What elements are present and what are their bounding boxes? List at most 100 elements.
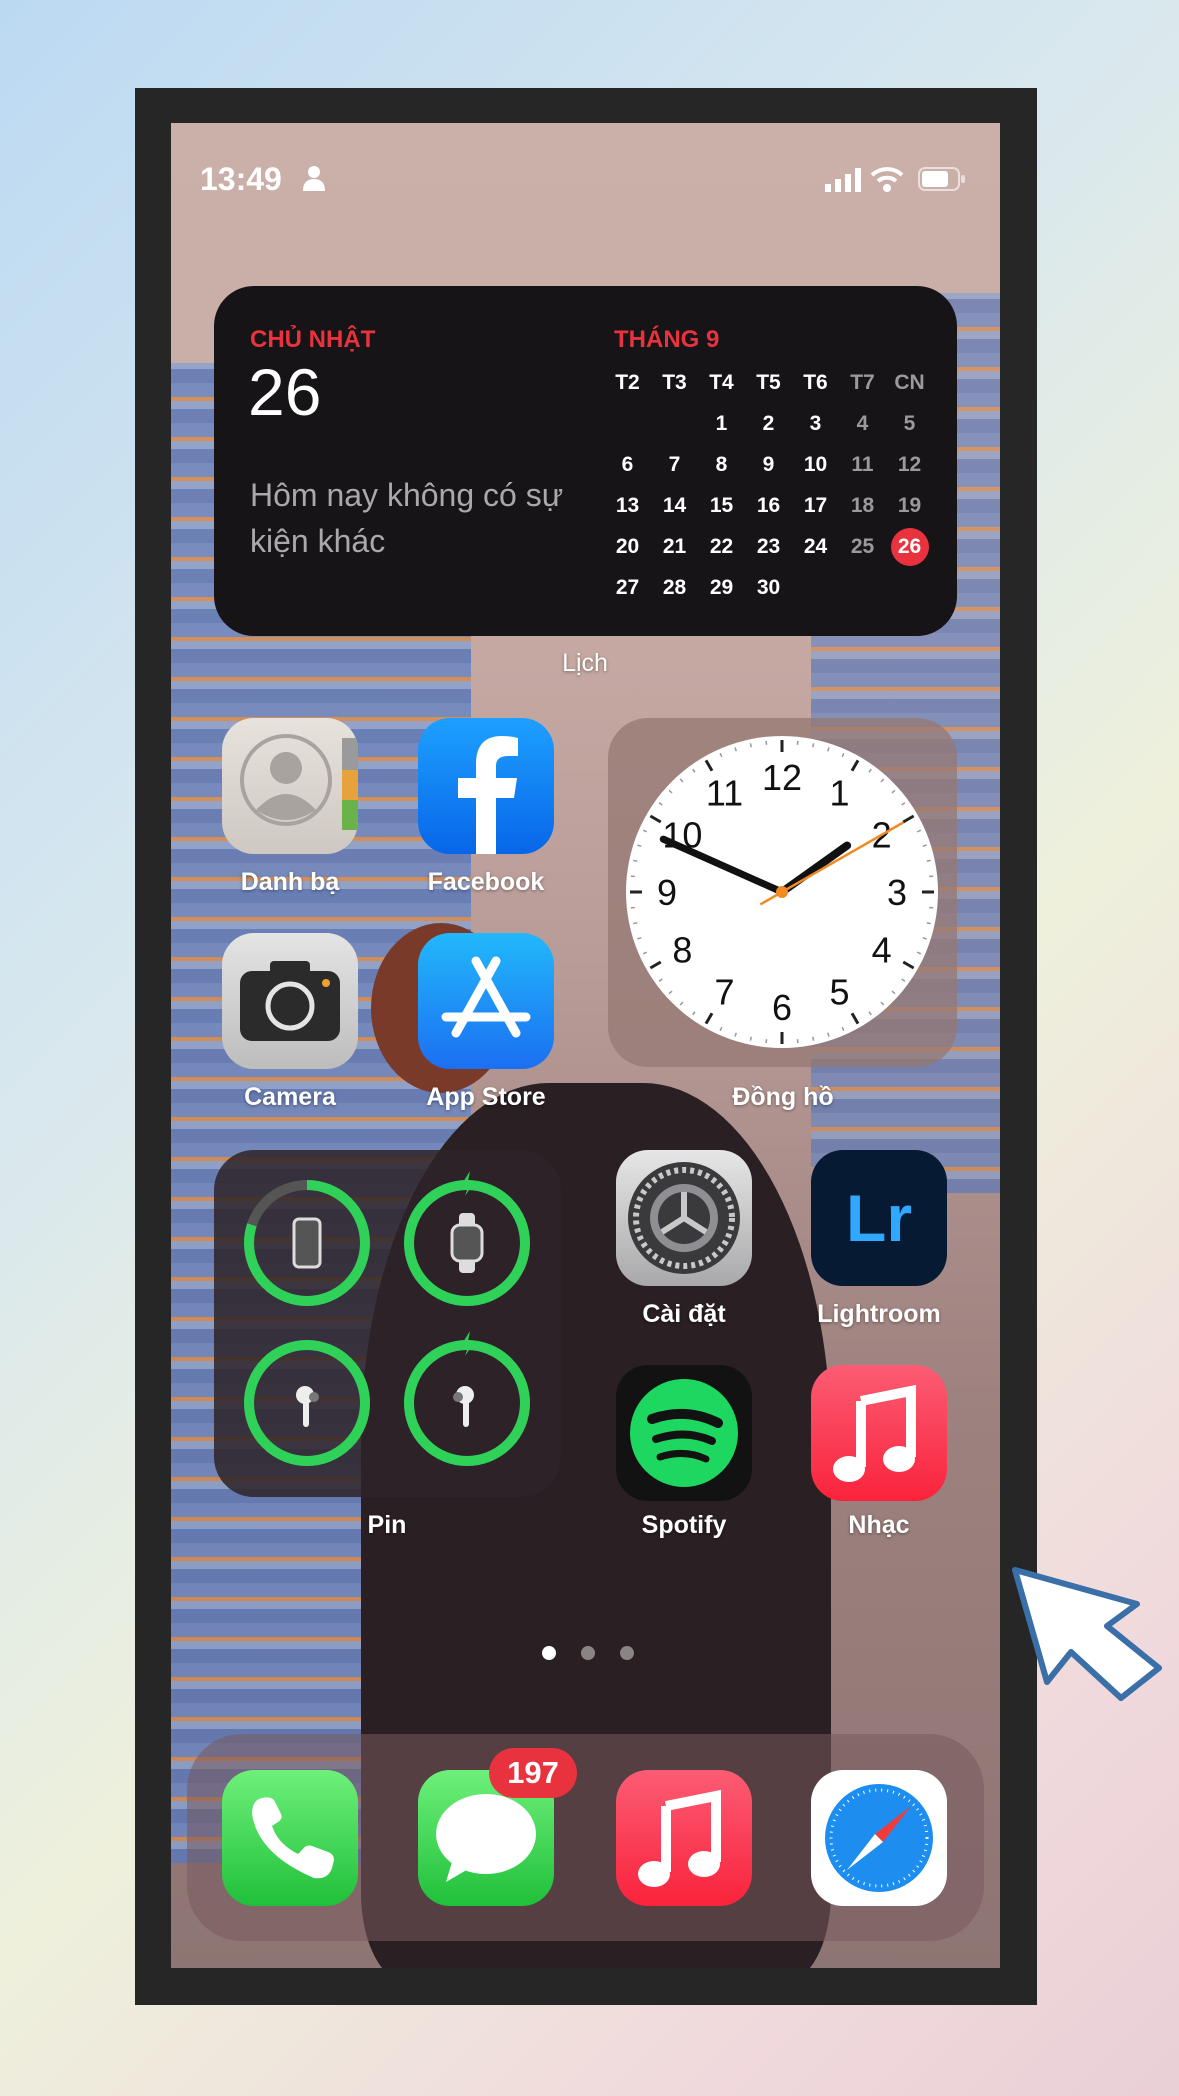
dock-music[interactable] bbox=[616, 1770, 752, 1906]
clock-number: 3 bbox=[887, 872, 907, 913]
phone-icon bbox=[252, 1797, 334, 1879]
app-spotify[interactable] bbox=[616, 1365, 752, 1501]
iphone-icon bbox=[292, 1217, 322, 1269]
person-icon bbox=[303, 166, 325, 191]
calendar-date: 3 bbox=[809, 411, 822, 435]
app-lightroom[interactable]: Lr bbox=[811, 1150, 947, 1286]
battery-icon bbox=[918, 167, 965, 191]
clock-tick bbox=[749, 743, 752, 748]
app-label: Camera bbox=[244, 1083, 336, 1111]
calendar-date: 13 bbox=[615, 493, 640, 517]
calendar-date: 4 bbox=[856, 411, 869, 435]
dock-safari[interactable] bbox=[811, 1770, 947, 1906]
apple-watch-icon bbox=[450, 1223, 484, 1263]
calendar-date: 7 bbox=[668, 452, 681, 476]
app-label: Danh bạ bbox=[240, 868, 340, 896]
clock-tick bbox=[926, 859, 931, 862]
spotify-icon bbox=[630, 1379, 738, 1487]
airpod-tip bbox=[309, 1392, 319, 1402]
clock-number: 11 bbox=[706, 772, 743, 813]
calendar-date: 16 bbox=[756, 493, 781, 517]
app-label: Lightroom bbox=[817, 1300, 941, 1328]
app-settings[interactable] bbox=[616, 1150, 752, 1286]
wifi-icon bbox=[870, 167, 904, 192]
clock-tick bbox=[812, 1036, 815, 1041]
calendar-date: 15 bbox=[709, 493, 734, 517]
calendar-widget[interactable]: CHỦ NHẬT 26 Hôm nay không có sự kiện khá… bbox=[214, 286, 957, 636]
calendar-date: 20 bbox=[615, 534, 640, 558]
music-note-icon bbox=[833, 1384, 916, 1482]
calendar-date: 17 bbox=[803, 493, 828, 517]
calendar-date: 18 bbox=[850, 493, 875, 517]
calendar-weekday-header: CN bbox=[894, 370, 925, 394]
dock-phone[interactable] bbox=[222, 1770, 358, 1906]
settings-gear-icon bbox=[628, 1162, 740, 1274]
battery-widget[interactable] bbox=[214, 1150, 561, 1497]
clock-number: 7 bbox=[714, 972, 734, 1013]
battery-widget-label: Pin bbox=[367, 1511, 407, 1539]
app-label: Cài đặt bbox=[642, 1300, 726, 1328]
calendar-date: 12 bbox=[897, 452, 922, 476]
clock-tick bbox=[812, 743, 815, 748]
calendar-date: 22 bbox=[709, 534, 734, 558]
cellular-signal-icon bbox=[825, 168, 861, 192]
calendar-date: 25 bbox=[850, 534, 875, 558]
messages-badge: 197 bbox=[489, 1748, 577, 1798]
page-dot[interactable] bbox=[581, 1646, 595, 1660]
page-dot[interactable] bbox=[620, 1646, 634, 1660]
clock-number: 12 bbox=[762, 757, 802, 798]
calendar-no-events: Hôm nay không có sự kiện khác bbox=[250, 477, 564, 559]
safari-compass-icon bbox=[825, 1784, 933, 1892]
battery-rings bbox=[244, 1171, 530, 1466]
calendar-weekday-header: T3 bbox=[662, 370, 687, 394]
calendar-widget-label: Lịch bbox=[562, 649, 608, 677]
calendar-date: 1 bbox=[715, 411, 728, 435]
app-music[interactable] bbox=[811, 1365, 947, 1501]
clock-number: 5 bbox=[829, 972, 849, 1013]
calendar-date: 9 bbox=[762, 452, 775, 476]
calendar-date: 27 bbox=[615, 575, 640, 599]
clock-number: 4 bbox=[872, 930, 892, 971]
clock-widget-label: Đồng hồ bbox=[732, 1083, 834, 1111]
clock-number: 9 bbox=[657, 872, 677, 913]
calendar-date: 11 bbox=[851, 452, 874, 476]
page-dot-active[interactable] bbox=[542, 1646, 556, 1660]
app-label: Facebook bbox=[427, 868, 545, 896]
calendar-date: 29 bbox=[709, 575, 734, 599]
cursor-arrow-icon bbox=[1012, 1567, 1162, 1701]
calendar-weekday-header: T7 bbox=[850, 370, 875, 394]
calendar-date: 23 bbox=[756, 534, 781, 558]
camera-icon bbox=[240, 961, 340, 1041]
lightroom-icon: Lr bbox=[846, 1181, 912, 1255]
home-screen: 13:49 CHỦ NHẬT 26 Hôm nay không có sự ki… bbox=[171, 123, 1000, 1968]
calendar-weekday-header: T6 bbox=[803, 370, 828, 394]
app-facebook[interactable] bbox=[418, 718, 554, 854]
calendar-date: 24 bbox=[803, 534, 828, 558]
calendar-weekday-header: T2 bbox=[615, 370, 640, 394]
facebook-icon bbox=[458, 736, 518, 854]
clock-widget[interactable]: 121234567891011 bbox=[608, 718, 957, 1067]
airpod-stem bbox=[303, 1401, 309, 1427]
calendar-date: 8 bbox=[715, 452, 728, 476]
airpod-stem bbox=[463, 1401, 469, 1427]
clock-tick bbox=[633, 859, 638, 862]
clock-tick bbox=[749, 1036, 752, 1041]
music-note-icon bbox=[638, 1789, 721, 1887]
app-store-icon bbox=[441, 956, 531, 1038]
app-label: Nhạc bbox=[848, 1511, 910, 1539]
calendar-date: 2 bbox=[762, 411, 775, 435]
calendar-date: 5 bbox=[903, 411, 916, 435]
calendar-today: 26 bbox=[890, 527, 929, 566]
contacts-icon bbox=[240, 734, 358, 830]
calendar-date: 6 bbox=[621, 452, 634, 476]
calendar-date: 26 bbox=[886, 527, 933, 566]
analog-clock-face: 121234567891011 bbox=[626, 736, 938, 1048]
app-app-store[interactable] bbox=[418, 933, 554, 1069]
calendar-month-grid: T2 T3 T4 T5 T6 T7 CN 1 2 3 4 5 6 7 8 9 10 11 12 13 14 15 16 17 1… bbox=[604, 362, 933, 608]
calendar-date: 19 bbox=[897, 493, 922, 517]
charging-bolt-icon bbox=[462, 1331, 475, 1356]
clock-number: 1 bbox=[829, 772, 849, 813]
app-camera[interactable] bbox=[222, 933, 358, 1069]
clock-number: 8 bbox=[672, 930, 692, 971]
app-contacts[interactable] bbox=[222, 718, 358, 854]
